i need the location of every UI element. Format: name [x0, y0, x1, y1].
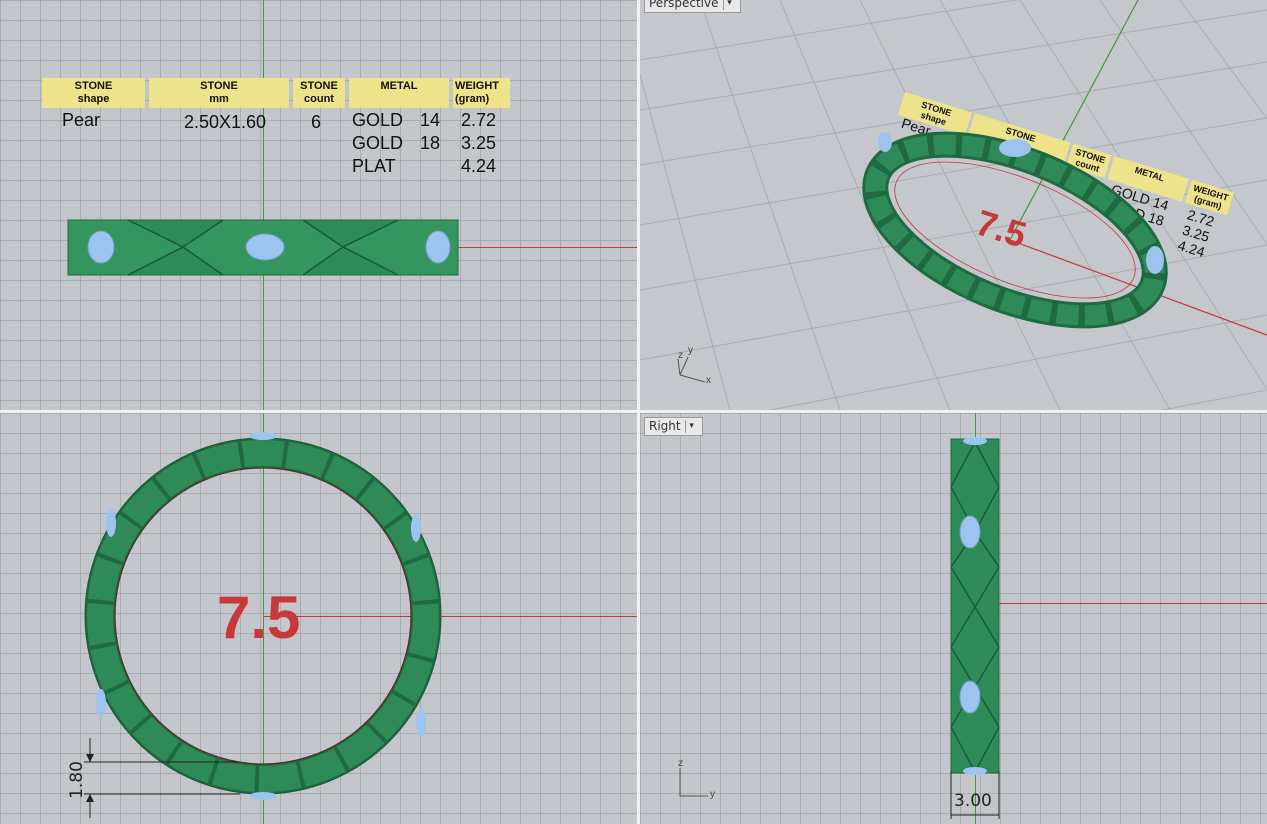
axis-label-z-persp: z [678, 350, 683, 361]
header-stone-mm: STONE mm [149, 78, 289, 108]
axis-label-y-right: y [710, 789, 715, 800]
x-axis-line-right [975, 603, 1267, 604]
header-weight: WEIGHT (gram) [453, 78, 510, 108]
viewport-label-right[interactable]: Right ▾ [644, 417, 703, 436]
viewport-perspective[interactable]: Perspective ▾ STONE shape STONE STONE count… [640, 0, 1267, 410]
header-stone-count: STONE count [293, 78, 345, 108]
axis-label-x-persp: x [706, 375, 711, 386]
stone-shape-value: Pear [62, 110, 101, 130]
viewport-front[interactable]: 7.5 1.80 [0, 413, 637, 824]
axis-label-z-right: z [678, 758, 683, 769]
stone-mm-value: 2.50X1.60 [184, 112, 267, 132]
ring-size-front: 7.5 [217, 584, 301, 651]
chevron-down-icon[interactable]: ▾ [722, 0, 736, 10]
metal-row-2-weight: 3.25 [461, 133, 497, 153]
metal-row-3-metal: PLAT [352, 156, 396, 176]
viewport-top[interactable]: STONE shape STONE mm STONE count METAL WEIG… [0, 0, 637, 410]
viewport-right[interactable]: Right ▾ 3.00 z y [640, 413, 1267, 824]
viewport-divider-horizontal[interactable] [0, 410, 1267, 413]
axis-label-y-persp: y [688, 345, 693, 356]
viewport-label-perspective[interactable]: Perspective ▾ [644, 0, 741, 13]
metal-row-2-metal: GOLD [352, 133, 404, 153]
metal-row-3-weight: 4.24 [461, 156, 497, 176]
ring-side-view [950, 437, 1000, 775]
header-stone-shape: STONE shape [42, 78, 145, 108]
thickness-value: 1.80 [66, 761, 87, 799]
y-axis-line [263, 0, 264, 410]
width-value: 3.00 [954, 791, 992, 811]
header-metal: METAL [349, 78, 449, 108]
ring-band-top-view [67, 219, 459, 276]
metal-row-1-metal: GOLD [352, 110, 404, 130]
chevron-down-icon[interactable]: ▾ [684, 420, 698, 433]
metal-row-2-karat: 18 [420, 133, 441, 153]
spec-table: STONE shape STONE mm STONE count METAL WEIG… [42, 78, 512, 188]
metal-row-1-karat: 14 [420, 110, 441, 130]
stone-count-value: 6 [311, 112, 322, 132]
thickness-dimension [84, 738, 240, 818]
metal-row-1-weight: 2.72 [461, 110, 497, 130]
